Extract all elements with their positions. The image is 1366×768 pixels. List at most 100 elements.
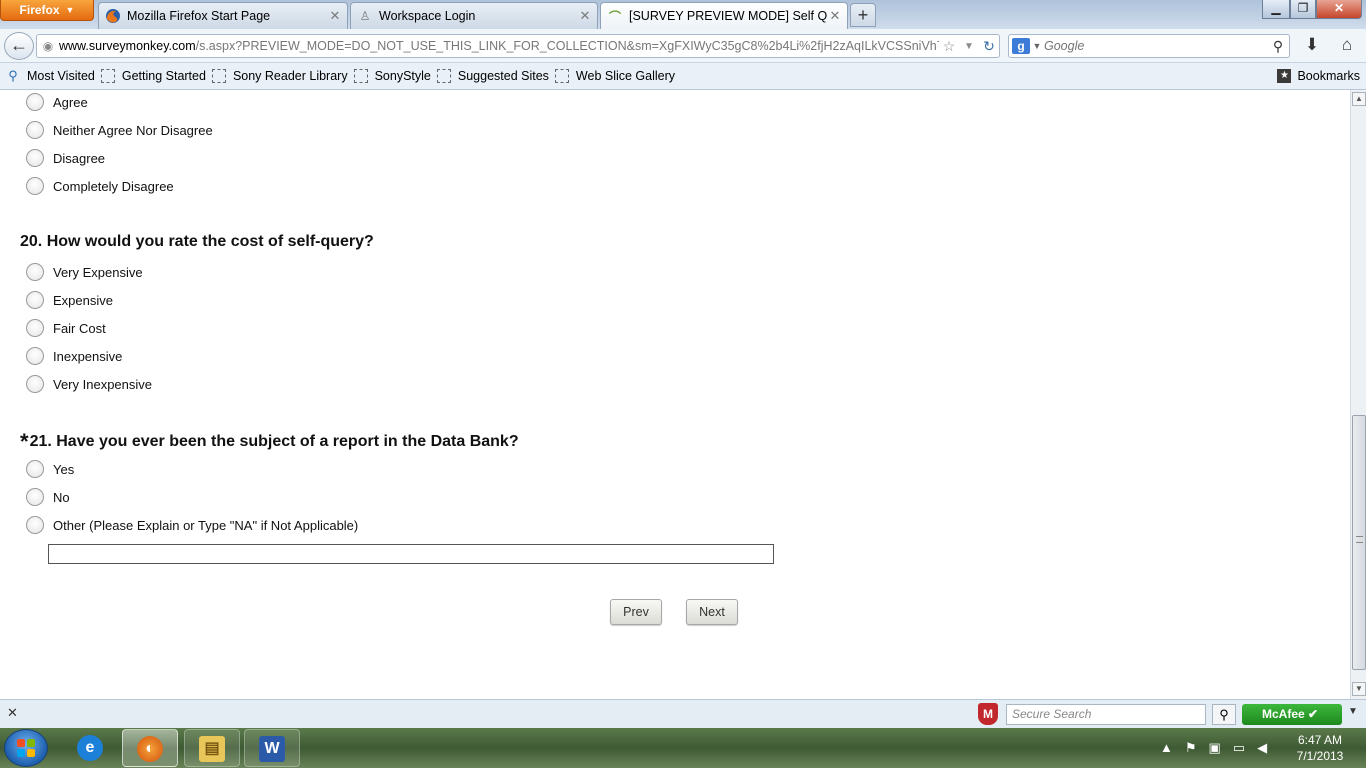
scrollbar-thumb[interactable] (1352, 415, 1366, 670)
radio-button[interactable] (26, 488, 44, 506)
bookmarks-menu-label: Bookmarks (1297, 69, 1360, 83)
tab-workspace-login[interactable]: ♙ Workspace Login ✕ (350, 2, 598, 29)
bookmark-getting-started[interactable]: Getting Started (100, 69, 206, 83)
radio-button[interactable] (26, 93, 44, 111)
url-text[interactable]: www.surveymonkey.com/s.aspx?PREVIEW_MODE… (59, 39, 939, 53)
close-icon[interactable]: ✕ (827, 8, 843, 24)
option-no[interactable]: No (26, 487, 70, 507)
volume-icon[interactable]: ◀ (1257, 740, 1267, 756)
bookmark-label: Most Visited (27, 69, 95, 83)
search-icon[interactable]: ⚲ (1212, 704, 1236, 725)
next-button[interactable]: Next (686, 599, 738, 625)
action-center-flag-icon[interactable]: ⚑ (1185, 740, 1197, 756)
radio-button[interactable] (26, 347, 44, 365)
radio-button[interactable] (26, 375, 44, 393)
page-icon (353, 69, 368, 83)
bookmark-sony-reader-library[interactable]: Sony Reader Library (211, 69, 348, 83)
page-icon (211, 69, 226, 83)
download-icon[interactable]: ⬇ (1300, 35, 1324, 57)
scroll-up-arrow-icon[interactable]: ▲ (1352, 92, 1366, 106)
option-very-expensive[interactable]: Very Expensive (26, 262, 143, 282)
radio-button[interactable] (26, 516, 44, 534)
bookmark-star-icon[interactable]: ☆ (939, 38, 959, 55)
history-dropdown-icon[interactable]: ▼ (959, 41, 979, 52)
search-input[interactable] (1044, 39, 1267, 53)
tab-firefox-start[interactable]: Mozilla Firefox Start Page ✕ (98, 2, 348, 29)
secure-search-input[interactable]: Secure Search (1006, 704, 1206, 725)
radio-button[interactable] (26, 319, 44, 337)
chevron-down-icon: ▼ (65, 5, 75, 15)
home-icon[interactable]: ⌂ (1334, 35, 1360, 57)
internet-explorer-icon: e (77, 735, 103, 761)
bookmark-label: Getting Started (121, 69, 206, 83)
chevron-down-icon[interactable]: ▼ (1348, 706, 1358, 717)
radio-button[interactable] (26, 177, 44, 195)
minimize-button[interactable]: ▁ (1262, 0, 1290, 19)
option-expensive[interactable]: Expensive (26, 290, 113, 310)
google-icon[interactable]: g (1012, 38, 1030, 54)
option-inexpensive[interactable]: Inexpensive (26, 346, 122, 366)
option-very-inexpensive[interactable]: Very Inexpensive (26, 374, 152, 394)
back-arrow-icon[interactable]: ← (4, 32, 34, 60)
radio-button[interactable] (26, 460, 44, 478)
bookmark-most-visited[interactable]: ⚲ Most Visited (6, 69, 95, 84)
close-icon[interactable]: ✕ (577, 8, 593, 24)
option-other[interactable]: Other (Please Explain or Type "NA" if No… (26, 515, 358, 535)
bookmark-sonystyle[interactable]: SonyStyle (353, 69, 431, 83)
tab-label: Workspace Login (379, 9, 476, 23)
bookmarks-star-icon: ★ (1277, 69, 1292, 83)
bookmark-web-slice-gallery[interactable]: Web Slice Gallery (554, 69, 675, 83)
mcafee-shield-icon[interactable]: M (978, 703, 998, 725)
windows-logo-icon (27, 749, 35, 757)
mcafee-status-button[interactable]: McAfee ✔ (1242, 704, 1342, 725)
windows-logo-icon (27, 739, 35, 747)
firefox-menu-button[interactable]: Firefox ▼ (0, 0, 94, 21)
search-icon[interactable]: ⚲ (1267, 38, 1289, 55)
word-icon: W (259, 736, 285, 762)
prev-button[interactable]: Prev (610, 599, 662, 625)
option-label: Completely Disagree (53, 178, 174, 194)
taskbar-word[interactable]: W (244, 729, 300, 767)
network-icon[interactable]: ▭ (1233, 740, 1245, 756)
url-bar[interactable]: ◉ www.surveymonkey.com/s.aspx?PREVIEW_MO… (36, 34, 1000, 58)
other-explain-input[interactable] (48, 544, 774, 564)
radio-button[interactable] (26, 263, 44, 281)
globe-icon: ◉ (42, 39, 54, 53)
taskbar-firefox[interactable]: ◐ (122, 729, 178, 767)
option-completely-disagree[interactable]: Completely Disagree (26, 176, 174, 196)
maximize-button[interactable]: ❐ (1290, 0, 1316, 19)
option-disagree[interactable]: Disagree (26, 148, 105, 168)
bookmarks-menu-button[interactable]: ★ Bookmarks (1277, 69, 1360, 83)
clock-date: 7/1/2013 (1296, 749, 1344, 763)
url-path: /s.aspx?PREVIEW_MODE=DO_NOT_USE_THIS_LIN… (195, 39, 939, 53)
close-icon[interactable]: ✕ (327, 8, 343, 24)
option-label: No (53, 489, 70, 505)
scroll-down-arrow-icon[interactable]: ▼ (1352, 682, 1366, 696)
system-clock[interactable]: 6:47 AM 7/1/2013 (1290, 732, 1350, 764)
search-bar[interactable]: g ▼ ⚲ (1008, 34, 1290, 58)
page-icon (436, 69, 451, 83)
show-hidden-icons-icon[interactable]: ▲ (1160, 740, 1173, 756)
option-neither[interactable]: Neither Agree Nor Disagree (26, 120, 213, 140)
option-fair-cost[interactable]: Fair Cost (26, 318, 106, 338)
close-icon[interactable]: ✕ (7, 705, 18, 721)
tab-label: [SURVEY PREVIEW MODE] Self Query ... (629, 9, 827, 23)
window-close-button[interactable]: ✕ (1316, 0, 1362, 19)
chevron-down-icon[interactable]: ▼ (1030, 41, 1044, 51)
option-yes[interactable]: Yes (26, 459, 74, 479)
taskbar-internet-explorer[interactable]: e (62, 729, 118, 767)
reload-icon[interactable]: ↻ (979, 38, 999, 55)
new-tab-button[interactable]: + (850, 3, 876, 27)
option-label: Neither Agree Nor Disagree (53, 122, 213, 138)
option-label: Other (Please Explain or Type "NA" if No… (53, 517, 359, 533)
radio-button[interactable] (26, 121, 44, 139)
bookmark-suggested-sites[interactable]: Suggested Sites (436, 69, 549, 83)
tab-survey-preview[interactable]: ⌒ [SURVEY PREVIEW MODE] Self Query ... ✕ (600, 2, 848, 29)
radio-button[interactable] (26, 291, 44, 309)
taskbar-windows-explorer[interactable]: ▤ (184, 729, 240, 767)
device-icon[interactable]: ▣ (1209, 740, 1221, 756)
radio-button[interactable] (26, 149, 44, 167)
vertical-scrollbar[interactable]: ▲ ▼ (1350, 90, 1366, 699)
windows-start-button[interactable] (4, 729, 48, 767)
option-agree[interactable]: Agree (26, 92, 88, 112)
